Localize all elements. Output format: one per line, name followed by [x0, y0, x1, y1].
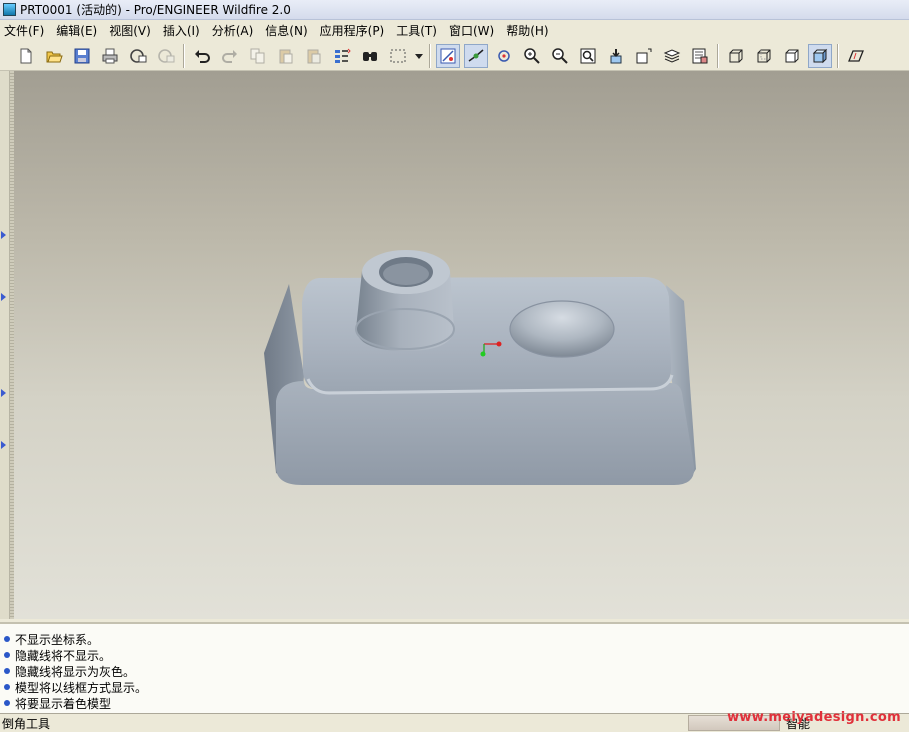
expand-arrow-icon[interactable] [1, 441, 6, 449]
message-text: 模型将以线框方式显示。 [15, 680, 148, 695]
saved-views-icon[interactable] [632, 44, 656, 68]
paste-special-icon[interactable] [302, 44, 326, 68]
no-hidden-icon[interactable] [780, 44, 804, 68]
datum-plane-icon[interactable] [844, 44, 868, 68]
layers-icon[interactable] [660, 44, 684, 68]
spin-center-icon[interactable] [464, 43, 488, 68]
regenerate-icon[interactable] [330, 44, 354, 68]
find-icon[interactable] [358, 44, 382, 68]
wireframe-icon[interactable] [724, 44, 748, 68]
paste-icon[interactable] [274, 44, 298, 68]
expand-arrow-icon[interactable] [1, 389, 6, 397]
menu-view[interactable]: 视图(V) [109, 22, 151, 39]
expand-arrow-icon[interactable] [1, 231, 6, 239]
open-file-icon[interactable] [42, 44, 66, 68]
undo-icon[interactable] [190, 44, 214, 68]
orient-icon[interactable] [492, 44, 516, 68]
message-line: 隐藏线将显示为灰色。 [4, 663, 909, 679]
message-line: 模型将以线框方式显示。 [4, 679, 909, 695]
menu-edit[interactable]: 编辑(E) [56, 22, 97, 39]
print-icon[interactable] [98, 44, 122, 68]
reorient-icon[interactable] [604, 44, 628, 68]
shaded-part-model [264, 250, 696, 485]
send-mail-icon[interactable] [126, 44, 150, 68]
menu-help[interactable]: 帮助(H) [506, 22, 548, 39]
copy-icon[interactable] [246, 44, 270, 68]
bullet-icon [4, 700, 10, 706]
new-file-icon[interactable] [14, 44, 38, 68]
menu-insert[interactable]: 插入(I) [163, 22, 200, 39]
save-icon[interactable] [70, 44, 94, 68]
graphics-window[interactable] [14, 71, 909, 619]
status-tool-text: 倒角工具 [2, 716, 51, 731]
menu-analysis[interactable]: 分析(A) [212, 22, 254, 39]
window-title: PRT0001 (活动的) - Pro/ENGINEER Wildfire 2.… [20, 3, 291, 17]
hidden-line-icon[interactable] [752, 44, 776, 68]
menu-info[interactable]: 信息(N) [265, 22, 307, 39]
datum-display-icon[interactable] [436, 43, 460, 68]
toolbar-separator [183, 43, 185, 68]
select-dropdown-icon[interactable] [414, 44, 424, 68]
toolbar-separator [429, 43, 431, 68]
toolbar-separator [717, 43, 719, 68]
watermark-text: www.meiyadesign.com [727, 710, 901, 725]
select-box-icon[interactable] [386, 44, 410, 68]
model-tree-collapsed-strip[interactable] [0, 71, 10, 619]
message-text: 不显示坐标系。 [15, 632, 100, 647]
expand-arrow-icon[interactable] [1, 293, 6, 301]
message-line: 不显示坐标系。 [4, 631, 909, 647]
zoom-out-icon[interactable] [548, 44, 572, 68]
message-text: 将要显示着色模型 [15, 696, 112, 711]
shading-icon[interactable] [808, 43, 832, 68]
menu-window[interactable]: 窗口(W) [449, 22, 494, 39]
menu-file[interactable]: 文件(F) [4, 22, 44, 39]
bullet-icon [4, 668, 10, 674]
toolbar-separator [837, 43, 839, 68]
message-text: 隐藏线将显示为灰色。 [15, 664, 136, 679]
menu-tools[interactable]: 工具(T) [396, 22, 437, 39]
message-text: 隐藏线将不显示。 [15, 648, 112, 663]
message-area: 不显示坐标系。 隐藏线将不显示。 隐藏线将显示为灰色。 模型将以线框方式显示。 … [0, 622, 909, 713]
zoom-in-icon[interactable] [520, 44, 544, 68]
menu-applications[interactable]: 应用程序(P) [320, 22, 385, 39]
main-toolbar [0, 41, 909, 71]
window-title-bar: PRT0001 (活动的) - Pro/ENGINEER Wildfire 2.… [0, 0, 909, 20]
bullet-icon [4, 636, 10, 642]
bullet-icon [4, 652, 10, 658]
message-line: 隐藏线将不显示。 [4, 647, 909, 663]
message-line: 将要显示着色模型 [4, 695, 909, 711]
refit-icon[interactable] [576, 44, 600, 68]
redo-icon[interactable] [218, 44, 242, 68]
app-icon [3, 3, 16, 16]
bullet-icon [4, 684, 10, 690]
disabled-mail-icon[interactable] [154, 44, 178, 68]
view-manager-icon[interactable] [688, 44, 712, 68]
menu-bar: 文件(F) 编辑(E) 视图(V) 插入(I) 分析(A) 信息(N) 应用程序… [0, 20, 909, 41]
